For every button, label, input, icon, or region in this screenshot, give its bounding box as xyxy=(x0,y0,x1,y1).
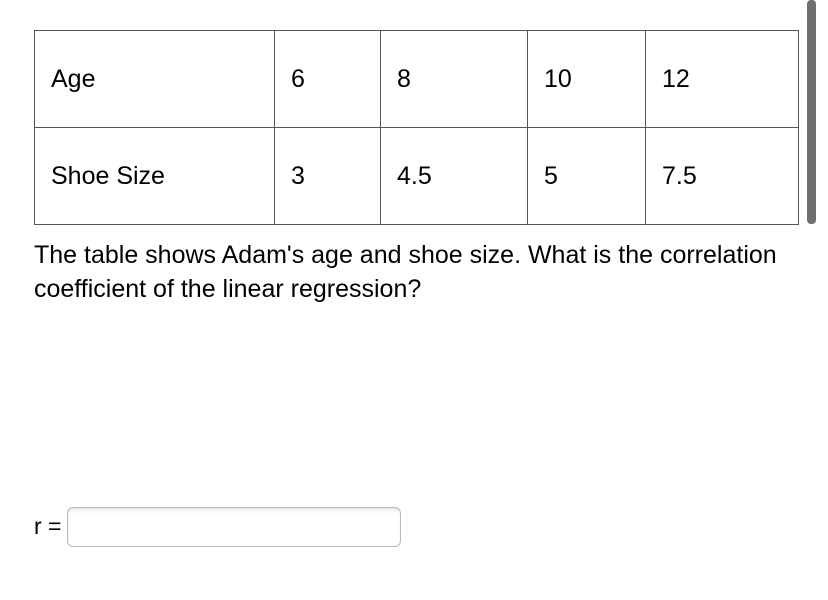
cell-value: 8 xyxy=(381,31,528,128)
cell-value: 10 xyxy=(528,31,646,128)
table-row: Shoe Size 3 4.5 5 7.5 xyxy=(35,128,799,225)
scrollbar-thumb[interactable] xyxy=(807,0,816,224)
cell-value: 6 xyxy=(275,31,381,128)
row-label: Age xyxy=(35,31,275,128)
question-text: The table shows Adam's age and shoe size… xyxy=(34,239,784,307)
answer-input[interactable] xyxy=(67,507,401,547)
table-row: Age 6 8 10 12 xyxy=(35,31,799,128)
cell-value: 5 xyxy=(528,128,646,225)
cell-value: 7.5 xyxy=(646,128,799,225)
cell-value: 3 xyxy=(275,128,381,225)
data-table: Age 6 8 10 12 Shoe Size 3 4.5 5 7.5 xyxy=(34,30,799,225)
answer-label: r = xyxy=(34,513,61,540)
question-block: Age 6 8 10 12 Shoe Size 3 4.5 5 7.5 The … xyxy=(34,30,808,547)
answer-row: r = xyxy=(34,507,808,547)
cell-value: 4.5 xyxy=(381,128,528,225)
row-label: Shoe Size xyxy=(35,128,275,225)
cell-value: 12 xyxy=(646,31,799,128)
